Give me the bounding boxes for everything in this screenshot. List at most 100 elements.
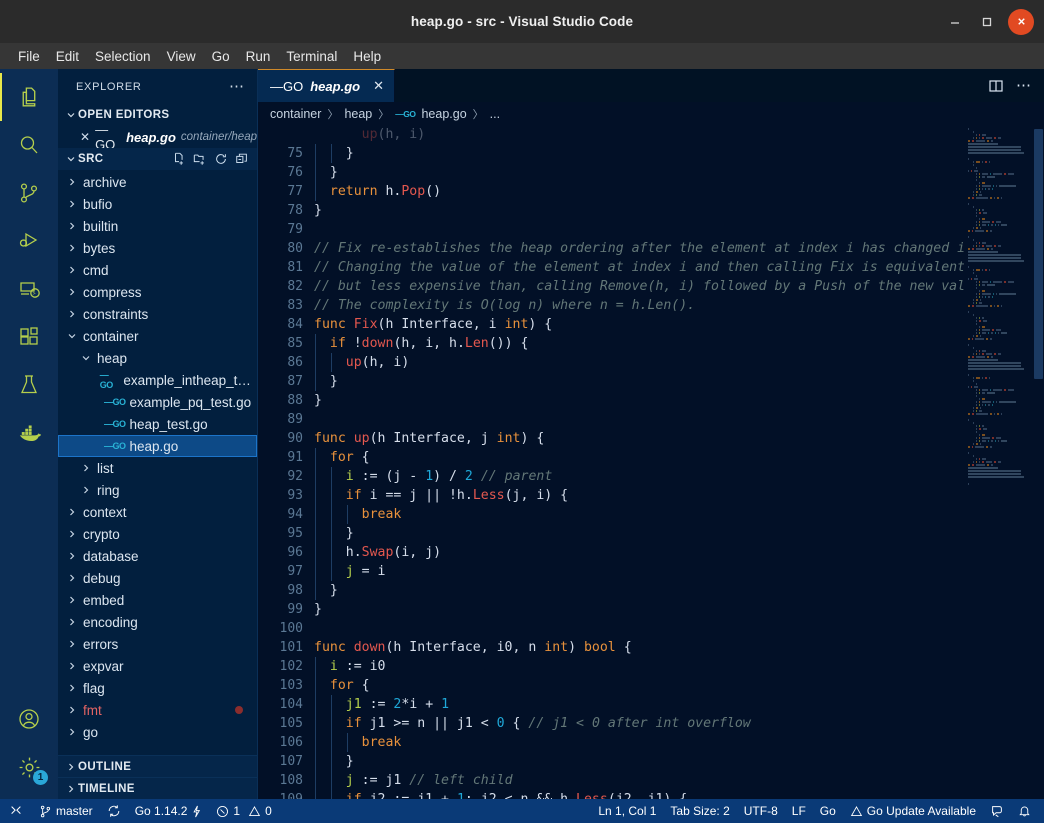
status-go-update[interactable]: Go Update Available xyxy=(843,799,983,823)
tab-heap-go[interactable]: —GO heap.go ✕ xyxy=(258,69,395,102)
code-line[interactable]: up(h, i) xyxy=(314,353,964,372)
code-line[interactable]: j := j1 // left child xyxy=(314,771,964,790)
code-line[interactable]: if j1 >= n || j1 < 0 { // j1 < 0 after i… xyxy=(314,714,964,733)
open-editor-item[interactable]: ✕ —GO heap.go container/heap xyxy=(58,122,257,152)
tree-item-constraints[interactable]: constraints xyxy=(58,303,257,325)
close-icon[interactable]: ✕ xyxy=(373,78,384,94)
maximize-button[interactable] xyxy=(972,0,1002,43)
tree-item-list[interactable]: list xyxy=(58,457,257,479)
breadcrumb-heap[interactable]: heap xyxy=(344,107,372,121)
status-cursor-position[interactable]: Ln 1, Col 1 xyxy=(591,799,663,823)
new-folder-icon[interactable] xyxy=(193,152,207,166)
section-open-editors[interactable]: OPEN EDITORS xyxy=(58,104,257,126)
tree-item-example-intheap-test-[interactable]: —GO example_intheap_test.... xyxy=(58,369,257,391)
split-editor-icon[interactable] xyxy=(988,78,1004,94)
tree-item-heap-go[interactable]: —GO heap.go xyxy=(58,435,257,457)
tree-item-errors[interactable]: errors xyxy=(58,633,257,655)
code-line[interactable]: break xyxy=(314,733,964,752)
code-line[interactable]: func down(h Interface, i0, n int) bool { xyxy=(314,638,964,657)
menu-file[interactable]: File xyxy=(10,47,48,66)
section-src[interactable]: SRC xyxy=(58,148,257,170)
scrollbar-thumb[interactable] xyxy=(1034,129,1043,379)
menu-edit[interactable]: Edit xyxy=(48,47,87,66)
activity-accounts[interactable] xyxy=(0,695,58,743)
tree-item-archive[interactable]: archive xyxy=(58,171,257,193)
code-line[interactable] xyxy=(314,410,964,429)
status-go-version[interactable]: Go 1.14.2 xyxy=(128,799,210,823)
code-line[interactable]: for { xyxy=(314,676,964,695)
status-encoding[interactable]: UTF-8 xyxy=(737,799,785,823)
code-line[interactable]: } xyxy=(314,752,964,771)
status-problems[interactable]: 1 0 xyxy=(209,799,278,823)
code-line[interactable]: j = i xyxy=(314,562,964,581)
status-branch[interactable]: master xyxy=(32,799,100,823)
code-line[interactable]: if j2 := j1 + 1; j2 < n && h.Less(j2, j1… xyxy=(314,790,964,799)
code-line[interactable]: i := i0 xyxy=(314,657,964,676)
activity-extensions[interactable] xyxy=(0,313,58,361)
tree-item-cmd[interactable]: cmd xyxy=(58,259,257,281)
code-line[interactable]: } xyxy=(314,391,964,410)
status-sync[interactable] xyxy=(100,799,128,823)
menu-help[interactable]: Help xyxy=(345,47,389,66)
code-line[interactable]: } xyxy=(314,581,964,600)
tree-item-bytes[interactable]: bytes xyxy=(58,237,257,259)
tree-item-builtin[interactable]: builtin xyxy=(58,215,257,237)
code-line[interactable]: // The complexity is O(log n) where n = … xyxy=(314,296,964,315)
status-feedback[interactable] xyxy=(983,799,1011,823)
tree-item-flag[interactable]: flag xyxy=(58,677,257,699)
code-line[interactable]: if i == j || !h.Less(j, i) { xyxy=(314,486,964,505)
minimize-button[interactable] xyxy=(940,0,970,43)
activity-docker[interactable] xyxy=(0,409,58,457)
tree-item-embed[interactable]: embed xyxy=(58,589,257,611)
code-line[interactable]: func Fix(h Interface, i int) { xyxy=(314,315,964,334)
breadcrumb-symbol[interactable]: ... xyxy=(490,107,500,121)
new-file-icon[interactable] xyxy=(172,152,186,166)
menu-terminal[interactable]: Terminal xyxy=(278,47,345,66)
menu-go[interactable]: Go xyxy=(204,47,238,66)
tree-item-bufio[interactable]: bufio xyxy=(58,193,257,215)
code-line[interactable]: func up(h Interface, j int) { xyxy=(314,429,964,448)
activity-search[interactable] xyxy=(0,121,58,169)
tree-item-database[interactable]: database xyxy=(58,545,257,567)
status-notifications[interactable] xyxy=(1011,799,1038,823)
tree-item-compress[interactable]: compress xyxy=(58,281,257,303)
code-line[interactable]: } xyxy=(314,372,964,391)
code-line[interactable]: up(h, i) xyxy=(314,125,964,144)
code-editor[interactable]: 7475767778798081828384858687888990919293… xyxy=(258,125,1044,799)
tree-item-example-pq-test-go[interactable]: —GO example_pq_test.go xyxy=(58,391,257,413)
code-line[interactable]: } xyxy=(314,600,964,619)
activity-source-control[interactable] xyxy=(0,169,58,217)
tree-item-heap[interactable]: heap xyxy=(58,347,257,369)
section-outline[interactable]: OUTLINE xyxy=(58,755,257,777)
breadcrumb-file[interactable]: heap.go xyxy=(421,107,466,121)
menu-view[interactable]: View xyxy=(159,47,204,66)
status-tab-size[interactable]: Tab Size: 2 xyxy=(663,799,736,823)
code-line[interactable]: for { xyxy=(314,448,964,467)
tree-item-encoding[interactable]: encoding xyxy=(58,611,257,633)
tree-item-crypto[interactable]: crypto xyxy=(58,523,257,545)
tree-item-container[interactable]: container xyxy=(58,325,257,347)
activity-explorer[interactable] xyxy=(0,73,58,121)
code-line[interactable]: i := (j - 1) / 2 // parent xyxy=(314,467,964,486)
close-button[interactable] xyxy=(1008,8,1034,35)
code-line[interactable]: h.Swap(i, j) xyxy=(314,543,964,562)
collapse-all-icon[interactable] xyxy=(235,152,249,166)
tree-item-fmt[interactable]: fmt xyxy=(58,699,257,721)
code-line[interactable]: } xyxy=(314,163,964,182)
code-line[interactable]: if !down(h, i, h.Len()) { xyxy=(314,334,964,353)
tree-item-go[interactable]: go xyxy=(58,721,257,743)
code-line[interactable] xyxy=(314,619,964,638)
editor-scrollbar[interactable] xyxy=(1030,125,1044,799)
file-tree[interactable]: archive bufio builtin bytes cmd compress const… xyxy=(58,170,257,755)
minimap[interactable] xyxy=(964,125,1044,799)
code-line[interactable] xyxy=(314,220,964,239)
breadcrumb-container[interactable]: container xyxy=(270,107,321,121)
status-remote[interactable] xyxy=(0,799,32,823)
code-line[interactable]: } xyxy=(314,201,964,220)
activity-testing[interactable] xyxy=(0,361,58,409)
code-line[interactable]: } xyxy=(314,524,964,543)
more-actions-icon[interactable]: ⋯ xyxy=(229,79,245,94)
code-line[interactable]: j1 := 2*i + 1 xyxy=(314,695,964,714)
tree-item-debug[interactable]: debug xyxy=(58,567,257,589)
more-actions-icon[interactable]: ⋯ xyxy=(1016,78,1032,93)
